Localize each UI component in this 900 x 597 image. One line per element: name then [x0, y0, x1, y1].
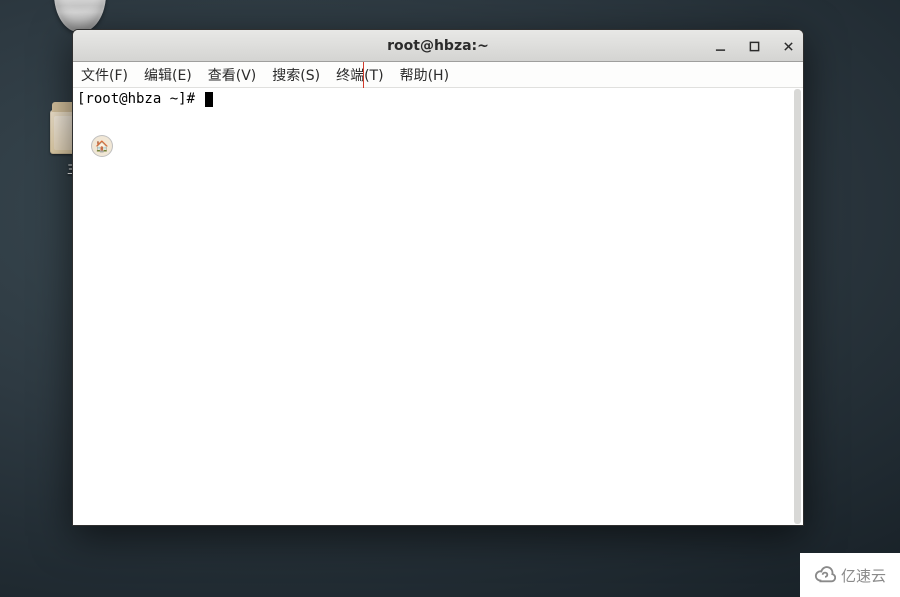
watermark-text: 亿速云 [841, 565, 886, 586]
menu-view[interactable]: 查看(V) [206, 63, 259, 87]
menubar: 文件(F) 编辑(E) 查看(V) 搜索(S) 终端(T) 帮助(H) [73, 62, 803, 88]
terminal-window: root@hbza:~ 文件(F) 编辑(E) 查看(V) 搜索(S) 终端(T… [72, 29, 804, 526]
terminal-body[interactable]: [root@hbza ~]# [73, 88, 803, 525]
menu-edit[interactable]: 编辑(E) [142, 63, 194, 87]
terminal-scrollbar[interactable] [794, 89, 801, 524]
maximize-button[interactable] [745, 37, 763, 55]
menu-terminal[interactable]: 终端(T) [334, 63, 385, 87]
trash-icon [54, 0, 106, 32]
window-controls [711, 30, 797, 62]
cloud-icon [814, 564, 836, 586]
terminal-cursor [205, 92, 213, 107]
menu-search[interactable]: 搜索(S) [270, 63, 322, 87]
window-titlebar[interactable]: root@hbza:~ [73, 30, 803, 62]
minimize-button[interactable] [711, 37, 729, 55]
window-title: root@hbza:~ [387, 38, 489, 54]
menu-file[interactable]: 文件(F) [79, 63, 130, 87]
close-button[interactable] [779, 37, 797, 55]
watermark: 亿速云 [800, 553, 900, 597]
home-emblem-icon: 🏠 [92, 136, 112, 156]
menu-help[interactable]: 帮助(H) [398, 63, 451, 87]
terminal-prompt: [root@hbza ~]# [77, 91, 195, 107]
desktop: 回 🏠 主文 root@hbza:~ 文 [0, 0, 900, 597]
